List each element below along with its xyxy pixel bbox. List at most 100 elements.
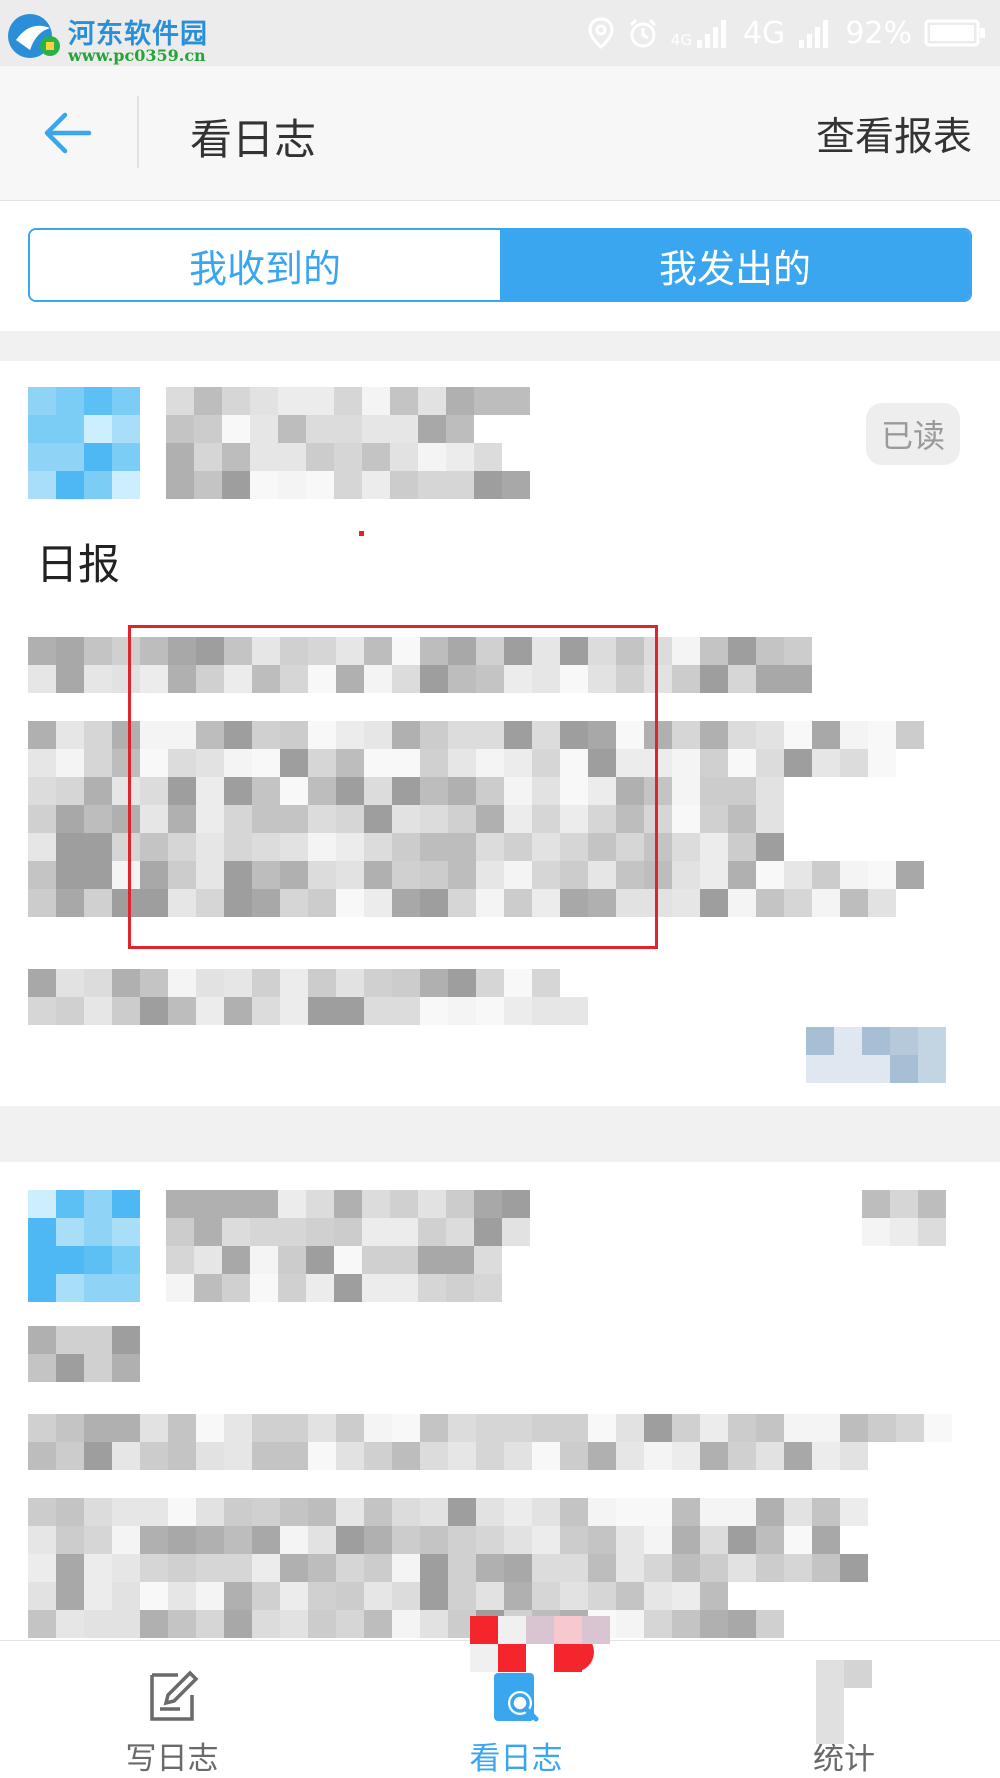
mosaic-cell bbox=[588, 1582, 616, 1610]
watermark-logo-icon bbox=[8, 14, 60, 58]
mosaic-cell bbox=[420, 1498, 448, 1526]
log-card[interactable] bbox=[0, 1162, 1000, 1640]
mosaic-cell bbox=[526, 1616, 554, 1644]
mosaic-cell bbox=[616, 1442, 644, 1470]
read-status-badge: 已读 bbox=[866, 403, 960, 465]
mosaic-cell bbox=[420, 1554, 448, 1582]
mosaic-cell bbox=[224, 1554, 252, 1582]
mosaic-cell bbox=[532, 1498, 560, 1526]
mosaic-cell bbox=[532, 1442, 560, 1470]
mosaic-cell bbox=[474, 443, 502, 471]
mosaic-cell bbox=[28, 1354, 56, 1382]
mosaic-cell bbox=[280, 1498, 308, 1526]
mosaic-cell bbox=[28, 1526, 56, 1554]
mosaic-cell bbox=[728, 1442, 756, 1470]
mosaic-cell bbox=[28, 1498, 56, 1526]
mosaic-cell bbox=[28, 415, 56, 443]
mosaic-cell bbox=[448, 1554, 476, 1582]
mosaic-cell bbox=[728, 665, 756, 693]
mosaic-cell bbox=[168, 997, 196, 1025]
mosaic-cell bbox=[470, 1616, 498, 1644]
mosaic-cell bbox=[308, 1610, 336, 1638]
tab-received[interactable]: 我收到的 bbox=[30, 230, 500, 300]
mosaic-cell bbox=[140, 1526, 168, 1554]
mosaic-cell bbox=[840, 721, 868, 749]
tab-sent[interactable]: 我发出的 bbox=[500, 230, 970, 300]
mosaic-cell bbox=[194, 471, 222, 499]
mosaic-cell bbox=[306, 1190, 334, 1218]
mosaic-cell bbox=[84, 861, 112, 889]
log-card[interactable]: 已读 日报 bbox=[0, 361, 1000, 1106]
mosaic-cell bbox=[862, 1027, 890, 1055]
mosaic-cell bbox=[700, 637, 728, 665]
mosaic-cell bbox=[728, 777, 756, 805]
mosaic-cell bbox=[28, 1582, 56, 1610]
mosaic-cell bbox=[222, 387, 250, 415]
mosaic-cell bbox=[672, 889, 700, 917]
mosaic-cell bbox=[700, 1554, 728, 1582]
mosaic-cell bbox=[362, 387, 390, 415]
edit-log-icon bbox=[150, 1670, 199, 1721]
mosaic-cell bbox=[756, 1610, 784, 1638]
mosaic-cell bbox=[278, 1246, 306, 1274]
mosaic-cell bbox=[896, 721, 924, 749]
back-button[interactable] bbox=[28, 94, 106, 172]
mosaic-cell bbox=[84, 1582, 112, 1610]
mosaic-cell bbox=[890, 1218, 918, 1246]
mosaic-cell bbox=[196, 1498, 224, 1526]
mosaic-cell bbox=[28, 889, 56, 917]
mosaic-cell bbox=[474, 1246, 502, 1274]
mosaic-cell bbox=[222, 443, 250, 471]
network-label: 4G bbox=[742, 15, 786, 51]
mosaic-cell bbox=[278, 1274, 306, 1302]
mosaic-cell bbox=[844, 1716, 872, 1744]
mosaic-cell bbox=[616, 1498, 644, 1526]
mosaic-cell bbox=[56, 1326, 84, 1354]
mosaic-cell bbox=[890, 1027, 918, 1055]
mosaic-cell bbox=[28, 1190, 56, 1218]
mosaic-cell bbox=[446, 387, 474, 415]
view-report-button[interactable]: 查看报表 bbox=[816, 106, 972, 162]
mosaic-cell bbox=[56, 637, 84, 665]
mosaic-cell bbox=[112, 997, 140, 1025]
mosaic-cell bbox=[672, 1526, 700, 1554]
mosaic-cell bbox=[418, 415, 446, 443]
mosaic-cell bbox=[390, 1274, 418, 1302]
mosaic-cell bbox=[166, 387, 194, 415]
mosaic-cell bbox=[140, 997, 168, 1025]
mosaic-cell bbox=[56, 1414, 84, 1442]
mosaic-cell bbox=[728, 861, 756, 889]
mosaic-cell bbox=[196, 969, 224, 997]
mosaic-cell bbox=[112, 1582, 140, 1610]
report-title-redacted bbox=[28, 1326, 140, 1382]
mosaic-cell bbox=[532, 1414, 560, 1442]
mosaic-cell bbox=[728, 1498, 756, 1526]
mosaic-cell bbox=[28, 1218, 56, 1246]
mosaic-cell bbox=[362, 415, 390, 443]
mosaic-cell bbox=[84, 665, 112, 693]
mosaic-cell bbox=[390, 387, 418, 415]
mosaic-cell bbox=[672, 1582, 700, 1610]
mosaic-cell bbox=[392, 1414, 420, 1442]
mosaic-cell bbox=[334, 1218, 362, 1246]
nav-item-write-log[interactable]: 写日志 bbox=[62, 1641, 282, 1778]
battery-icon bbox=[924, 19, 985, 47]
mosaic-cell bbox=[672, 1498, 700, 1526]
mosaic-cell bbox=[868, 861, 896, 889]
mosaic-cell bbox=[252, 1442, 280, 1470]
mosaic-cell bbox=[728, 805, 756, 833]
mosaic-cell bbox=[588, 1414, 616, 1442]
mosaic-cell bbox=[308, 997, 336, 1025]
mosaic-cell bbox=[390, 1190, 418, 1218]
mosaic-cell bbox=[222, 415, 250, 443]
mosaic-cell bbox=[728, 721, 756, 749]
mosaic-cell bbox=[672, 665, 700, 693]
mosaic-cell bbox=[336, 1582, 364, 1610]
mosaic-cell bbox=[756, 749, 784, 777]
mosaic-cell bbox=[28, 471, 56, 499]
signal-small: 4G bbox=[671, 18, 731, 48]
mosaic-cell bbox=[890, 1055, 918, 1083]
mosaic-cell bbox=[112, 471, 140, 499]
mosaic-cell bbox=[84, 443, 112, 471]
mosaic-cell bbox=[532, 969, 560, 997]
